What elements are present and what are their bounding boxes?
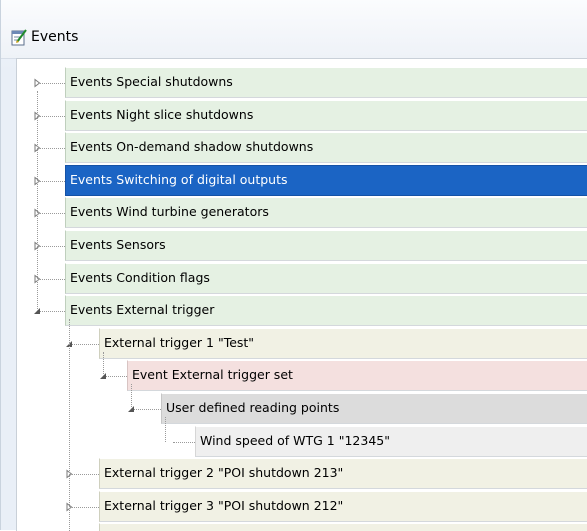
tree-connector-line: [106, 376, 127, 378]
tree-row[interactable]: Events On-demand shadow shutdowns: [17, 132, 587, 164]
tree-node[interactable]: Wind speed of WTG 1 "12345": [195, 425, 587, 457]
tree-guide-line: [103, 351, 104, 377]
tree-guide-line: [131, 384, 132, 409]
tree-connector-line: [40, 148, 65, 150]
tree-row[interactable]: External trigger 3 "POI shutdown 212": [17, 490, 587, 523]
tree-connector-line: [72, 474, 99, 476]
tree-guide-line: [165, 417, 166, 442]
tree-row[interactable]: External trigger 2 "POI shutdown 213": [17, 458, 587, 490]
tree-node-selected[interactable]: Events Switching of digital outputs: [65, 164, 587, 196]
tree-connector-line: [40, 83, 65, 84]
tree-connector-line: [40, 246, 65, 247]
tree-connector-line: [40, 115, 65, 117]
tree-connector-line: [72, 343, 99, 345]
tree-row[interactable]: User defined reading points: [17, 393, 587, 425]
tree-connector-line: [40, 311, 65, 313]
tree-node[interactable]: External trigger 3 "POI shutdown 212": [99, 490, 587, 522]
tree-row[interactable]: Events Condition flags: [17, 262, 587, 295]
tree-node[interactable]: Events Special shutdowns: [65, 67, 587, 98]
tree-row[interactable]: Events External trigger: [17, 295, 587, 327]
tree-node[interactable]: Events Wind turbine generators: [65, 197, 587, 229]
window-title: Events: [31, 29, 79, 45]
tree-node[interactable]: Events External trigger: [65, 295, 587, 327]
tree-row[interactable]: Events Switching of digital outputs: [17, 164, 587, 197]
tree-row[interactable]: Events Night slice shutdowns: [17, 99, 587, 132]
tree-guide-line: [37, 91, 38, 312]
tree-row[interactable]: Events Sensors: [17, 230, 587, 262]
tree-row[interactable]: Events Wind turbine generators: [17, 197, 587, 229]
collapsed-triangle-icon[interactable]: [32, 78, 42, 88]
tree-node[interactable]: User defined reading points: [161, 393, 587, 424]
tree-node[interactable]: External trigger 1 "Test": [99, 327, 587, 359]
tree-node[interactable]: Events Sensors: [65, 230, 587, 261]
tree-connector-line: [40, 278, 65, 280]
tree-node[interactable]: Events Night slice shutdowns: [65, 99, 587, 131]
tree-guide-line: [69, 319, 70, 531]
tree-node[interactable]: Events Condition flags: [65, 262, 587, 294]
tree-node[interactable]: External trigger 2 "POI shutdown 213": [99, 458, 587, 490]
title-bar: Events: [1, 0, 587, 59]
tree-row[interactable]: Events Special shutdowns: [17, 67, 587, 99]
events-window: Events Events Special shutdowns Events Ni…: [0, 0, 587, 531]
events-tree[interactable]: Events Special shutdowns Events Night sli…: [16, 58, 587, 531]
tree-connector-line: [40, 213, 65, 215]
tree-node[interactable]: Event External trigger set: [127, 360, 587, 392]
tree-connector-line: [173, 441, 195, 443]
tree-row[interactable]: Wind speed of WTG 1 "12345": [17, 425, 587, 458]
events-notepad-icon: [10, 28, 28, 46]
tree-connector-line: [134, 409, 161, 410]
tree-node[interactable]: Events On-demand shadow shutdowns: [65, 132, 587, 164]
tree-connector-line: [72, 506, 99, 508]
tree-connector-line: [40, 180, 65, 182]
